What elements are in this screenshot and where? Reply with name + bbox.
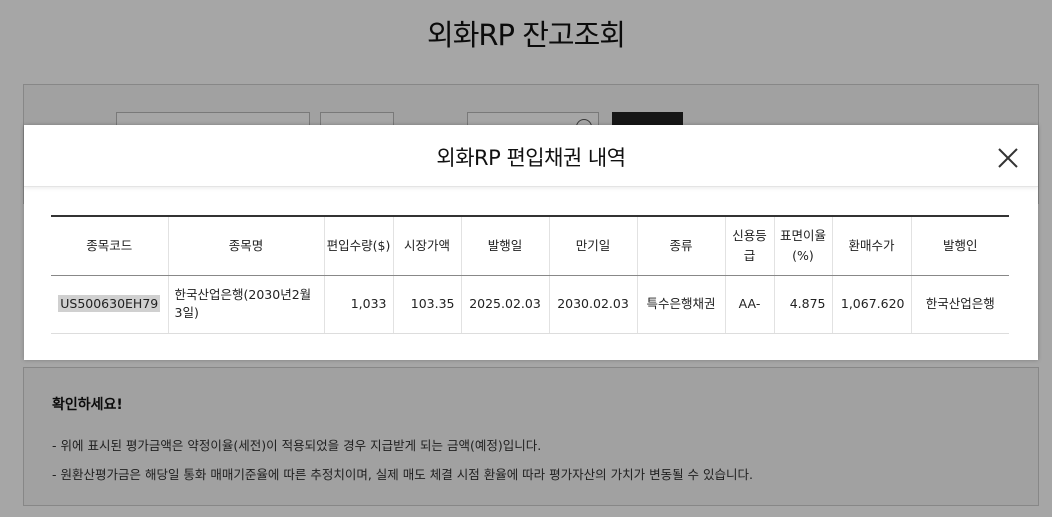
cell-type: 특수은행채권 — [636, 275, 725, 334]
col-header-repurchase-price: 환매수가 — [831, 215, 911, 276]
col-header-credit-grade: 신용등급 — [724, 215, 774, 276]
col-header-market-price: 시장가액 — [392, 215, 461, 276]
cell-issue-date: 2025.02.03 — [460, 275, 549, 334]
close-button[interactable] — [996, 146, 1020, 170]
cell-coupon-rate: 4.875 — [773, 275, 832, 334]
col-header-qty: 편입수량($) — [323, 215, 393, 276]
table-header-row: 종목코드 종목명 편입수량($) 시장가액 발행일 만기일 종류 신용등급 표면… — [51, 215, 1009, 276]
cell-repurchase-price: 1,067.620 — [831, 275, 911, 334]
bond-detail-modal: 외화RP 편입채권 내역 종목코드 종목명 편입수량($) 시장가액 발행일 만… — [24, 125, 1038, 360]
col-header-name: 종목명 — [167, 215, 324, 276]
bond-code[interactable]: US500630EH79 — [58, 295, 161, 312]
col-header-coupon-rate: 표면이율(%) — [773, 215, 832, 276]
close-icon[interactable] — [996, 146, 1020, 170]
col-header-maturity-date: 만기일 — [548, 215, 637, 276]
modal-header: 외화RP 편입채권 내역 — [24, 125, 1038, 187]
col-header-issue-date: 발행일 — [460, 215, 549, 276]
col-header-type: 종류 — [636, 215, 725, 276]
col-header-issuer: 발행인 — [910, 215, 1009, 276]
modal-title: 외화RP 편입채권 내역 — [436, 146, 626, 170]
cell-code[interactable]: US500630EH79 — [51, 275, 168, 334]
col-header-code: 종목코드 — [51, 215, 168, 276]
cell-credit-grade: AA- — [724, 275, 774, 334]
cell-maturity-date: 2030.02.03 — [548, 275, 637, 334]
bond-table: 종목코드 종목명 편입수량($) 시장가액 발행일 만기일 종류 신용등급 표면… — [51, 215, 1009, 334]
cell-market-price: 103.35 — [392, 275, 461, 334]
cell-issuer: 한국산업은행 — [910, 275, 1009, 334]
table-row: US500630EH79 한국산업은행(2030년2월3일) 1,033 103… — [51, 275, 1009, 334]
cell-qty: 1,033 — [323, 275, 393, 334]
cell-name: 한국산업은행(2030년2월3일) — [167, 275, 324, 334]
